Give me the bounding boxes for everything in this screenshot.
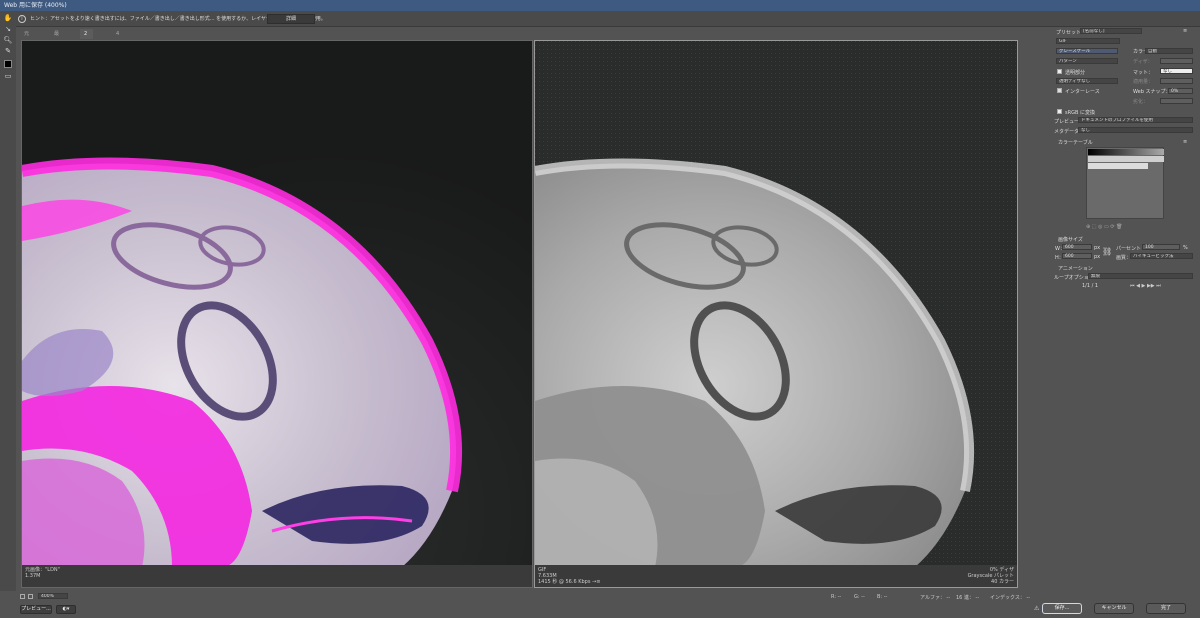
toolbox: ✋ ↘ 🔍︎ ✎ ▭ bbox=[0, 11, 16, 591]
info-icon: i bbox=[18, 15, 26, 23]
hint-bar: i ヒント：アセットをより速く書き出すには、ファイル／書き出し／書き出し形式..… bbox=[0, 11, 1200, 27]
zoom-out-icon[interactable] bbox=[20, 594, 25, 599]
preview-button[interactable]: プレビュー... bbox=[20, 605, 52, 614]
dialog-buttons: ⚠ 保存... キャンセル 完了 bbox=[1034, 603, 1200, 618]
lossy-field[interactable] bbox=[1160, 98, 1193, 104]
tab-2up[interactable]: 2 アップ bbox=[80, 29, 93, 67]
toggle-slices-icon[interactable]: ▭ bbox=[3, 72, 13, 81]
eyedropper-tool-icon[interactable]: ✎ bbox=[3, 47, 13, 56]
matte-select[interactable]: なし bbox=[1160, 68, 1193, 74]
preview-select[interactable]: ドキュメントのプロファイルを使用 bbox=[1078, 117, 1193, 123]
amount-label: 適用量： bbox=[1133, 79, 1154, 85]
reduction-select[interactable]: グレースケール bbox=[1056, 48, 1118, 54]
matte-label: マット： bbox=[1133, 70, 1154, 76]
readout-alpha: アルファ： -- bbox=[920, 595, 951, 601]
readout-r: R: -- bbox=[831, 594, 842, 600]
metadata-select[interactable]: なし bbox=[1078, 127, 1193, 133]
link-icon[interactable]: ⛓ bbox=[1102, 247, 1112, 256]
transparency-label: 透明部分 bbox=[1065, 70, 1086, 76]
color-table[interactable] bbox=[1086, 147, 1164, 219]
hand-tool-icon[interactable]: ✋ bbox=[3, 14, 13, 23]
original-image-panel[interactable]: 元画像："LDN" 1.37M bbox=[21, 40, 533, 588]
percent-unit: % bbox=[1183, 245, 1188, 251]
optimized-image bbox=[535, 41, 1017, 567]
tab-original[interactable]: 元画像 bbox=[20, 29, 33, 57]
srgb-checkbox[interactable] bbox=[1057, 109, 1062, 114]
animation-label: アニメーション bbox=[1058, 266, 1093, 272]
lossy-label: 劣化： bbox=[1133, 99, 1149, 105]
quality-label: 画質： bbox=[1116, 255, 1132, 261]
optimized-download-time: 1415 秒 @ 56.6 Kbps bbox=[538, 579, 591, 585]
settings-panel: プリセット： [名前なし] ≡ GIF グレースケール カラー： 自動 パターン… bbox=[1050, 27, 1200, 590]
transparency-checkbox[interactable] bbox=[1057, 69, 1062, 74]
zoom-select[interactable]: 400% bbox=[38, 593, 68, 599]
transparency-dither-select[interactable]: 透明ディザなし bbox=[1056, 78, 1118, 84]
dither-field[interactable] bbox=[1160, 58, 1193, 64]
zoom-tool-icon[interactable]: 🔍︎ bbox=[3, 36, 13, 45]
original-image bbox=[22, 41, 532, 567]
imagesize-label: 画像サイズ bbox=[1058, 237, 1083, 243]
format-select[interactable]: GIF bbox=[1056, 38, 1120, 44]
interlace-checkbox[interactable] bbox=[1057, 88, 1062, 93]
original-size: 1.37M bbox=[25, 573, 41, 579]
readout-g: G: -- bbox=[854, 594, 865, 600]
height-unit: px bbox=[1094, 254, 1101, 260]
colors-select[interactable]: 自動 bbox=[1145, 48, 1193, 54]
websnap-label: Web スナップ： bbox=[1133, 89, 1171, 95]
tab-optimized[interactable]: 最適化 bbox=[50, 29, 63, 57]
detail-button[interactable]: 詳細 bbox=[267, 14, 315, 24]
optimized-image-panel[interactable]: GIF 7.633M 1415 秒 @ 56.6 Kbps →≡ 0% ディザ … bbox=[534, 40, 1018, 588]
quality-select[interactable]: バイキュービック法 bbox=[1130, 253, 1193, 259]
optimized-colors: 40 カラー bbox=[991, 579, 1014, 585]
cancel-button[interactable]: キャンセル bbox=[1094, 603, 1134, 614]
websnap-field[interactable]: 0% bbox=[1168, 88, 1193, 94]
eyedropper-color-swatch[interactable] bbox=[4, 60, 12, 68]
tab-4up[interactable]: 4 アップ bbox=[112, 29, 125, 67]
interlace-label: インターレース bbox=[1065, 89, 1100, 95]
readout-b: B: -- bbox=[877, 594, 888, 600]
optimized-info: GIF 7.633M 1415 秒 @ 56.6 Kbps →≡ 0% ディザ … bbox=[535, 565, 1017, 587]
bottom-bar: 400% R: -- G: -- B: -- アルファ： -- 16 進： --… bbox=[16, 590, 1046, 618]
preset-select[interactable]: [名前なし] bbox=[1080, 28, 1142, 34]
amount-field[interactable] bbox=[1160, 78, 1193, 84]
width-field[interactable]: 600 bbox=[1062, 244, 1092, 250]
readout-index: インデックス： -- bbox=[990, 595, 1031, 601]
slice-select-tool-icon[interactable]: ↘ bbox=[3, 25, 13, 34]
original-info: 元画像："LDN" 1.37M bbox=[22, 565, 532, 587]
percent-field[interactable]: 100 bbox=[1142, 244, 1180, 250]
save-button[interactable]: 保存... bbox=[1042, 603, 1082, 614]
frame-counter: 1/1 / 1 bbox=[1082, 283, 1099, 289]
srgb-label: sRGB に変換 bbox=[1065, 110, 1095, 116]
colortable-menu-icon[interactable]: ≡ bbox=[1183, 139, 1187, 145]
width-unit: px bbox=[1094, 245, 1101, 251]
warning-icon: ⚠ bbox=[1034, 605, 1040, 612]
height-field[interactable]: 600 bbox=[1062, 253, 1092, 259]
panel-menu-icon[interactable]: ≡ bbox=[1183, 28, 1187, 34]
dither-algo-select[interactable]: パターン bbox=[1056, 58, 1118, 64]
animation-controls[interactable]: ⏮ ◀ ▶ ▶▶ ⏭ bbox=[1130, 283, 1161, 289]
browser-icon[interactable]: ◐▾ bbox=[56, 605, 76, 614]
window-title: Web 用に保存 (400%) bbox=[0, 0, 1200, 11]
colortable-label: カラーテーブル bbox=[1058, 140, 1093, 146]
zoom-in-icon[interactable] bbox=[28, 594, 33, 599]
readout-hex: 16 進： -- bbox=[956, 595, 980, 601]
colortable-toolbar[interactable]: ⊕ ⬚ ◎ ▭ ⟳ 🗑︎ bbox=[1086, 224, 1122, 230]
done-button[interactable]: 完了 bbox=[1146, 603, 1186, 614]
loop-select[interactable]: 無限 bbox=[1088, 273, 1193, 279]
dither-label: ディザ： bbox=[1133, 59, 1153, 65]
arrow-menu-icon[interactable]: →≡ bbox=[592, 579, 600, 585]
